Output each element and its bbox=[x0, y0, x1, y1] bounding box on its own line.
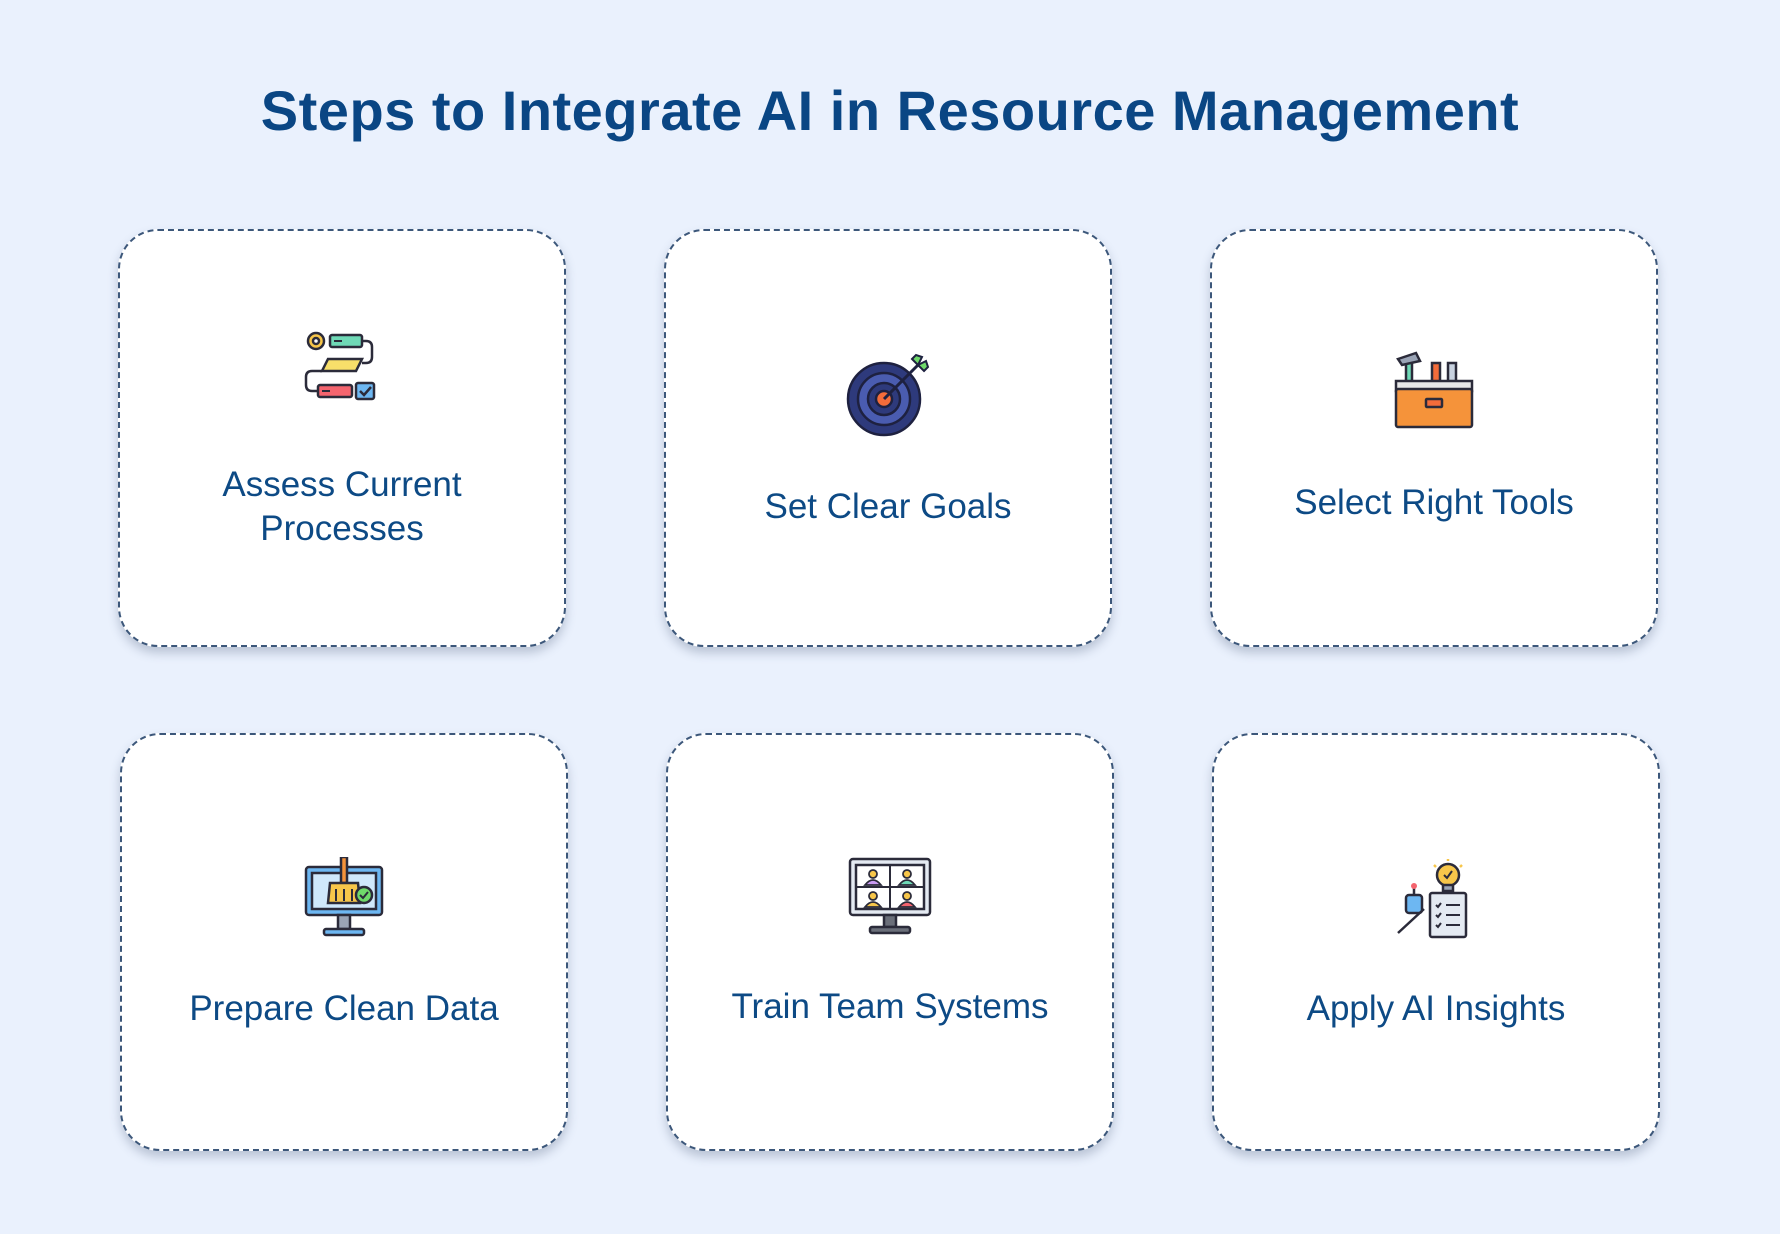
process-flow-icon bbox=[300, 327, 384, 411]
toolbox-icon bbox=[1392, 349, 1476, 433]
step-label: Train Team Systems bbox=[731, 987, 1049, 1026]
step-card-set-clear-goals: Set Clear Goals bbox=[664, 229, 1112, 647]
target-icon bbox=[846, 353, 930, 437]
ai-insights-icon bbox=[1394, 859, 1478, 943]
step-label: Prepare Clean Data bbox=[189, 989, 499, 1028]
page-title: Steps to Integrate AI in Resource Manage… bbox=[260, 79, 1520, 142]
step-label: Apply AI Insights bbox=[1306, 989, 1566, 1028]
step-card-apply-ai-insights: Apply AI Insights bbox=[1212, 733, 1660, 1151]
step-card-prepare-clean-data: Prepare Clean Data bbox=[120, 733, 568, 1151]
step-label: Assess Current Processes bbox=[222, 465, 462, 548]
step-label: Select Right Tools bbox=[1294, 483, 1574, 522]
step-label: Set Clear Goals bbox=[764, 487, 1012, 526]
data-cleaning-monitor-icon bbox=[302, 857, 386, 941]
step-card-assess-current-processes: Assess Current Processes bbox=[118, 229, 566, 647]
step-card-train-team-systems: Train Team Systems bbox=[666, 733, 1114, 1151]
step-card-select-right-tools: Select Right Tools bbox=[1210, 229, 1658, 647]
video-team-monitor-icon bbox=[848, 855, 932, 939]
